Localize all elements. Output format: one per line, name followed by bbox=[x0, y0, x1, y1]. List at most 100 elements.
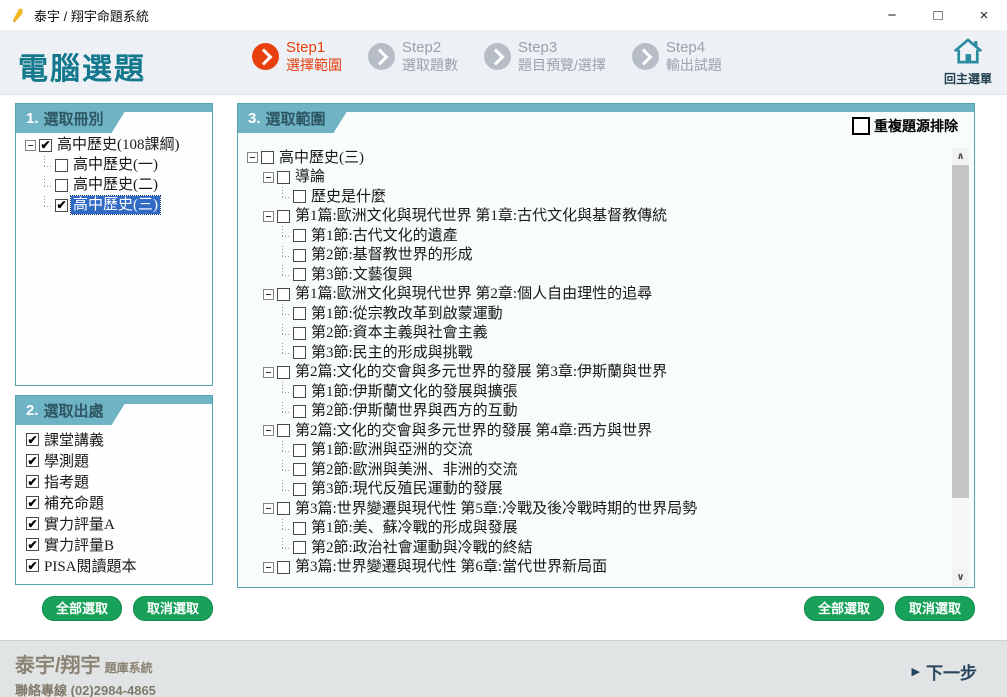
deselect-button-right[interactable]: 取消選取 bbox=[895, 596, 975, 621]
tree-node-label[interactable]: 第3節:現代反殖民運動的發展 bbox=[309, 480, 505, 498]
next-step-button[interactable]: ▶ 下一步 bbox=[912, 659, 977, 684]
tree-node-label[interactable]: 第3節:文藝復興 bbox=[309, 266, 415, 284]
tree-node-label[interactable]: 高中歷史(108課綱) bbox=[55, 136, 182, 154]
expand-collapse-icon[interactable] bbox=[263, 367, 274, 378]
tree-node-label[interactable]: 第2節:歐洲與美洲、非洲的交流 bbox=[309, 461, 520, 479]
range-tree: 高中歷史(三)導論歷史是什麼第1篇:歐洲文化與現代世界 第1章:古代文化與基督教… bbox=[246, 148, 948, 577]
tree-node-label[interactable]: 第3篇:世界變遷與現代性 第5章:冷戰及後冷戰時期的世界局勢 bbox=[293, 500, 699, 518]
tree-node-label[interactable]: 第2節:資本主義與社會主義 bbox=[309, 324, 490, 342]
source-checkbox[interactable]: ✔ bbox=[26, 517, 39, 530]
expand-collapse-icon[interactable] bbox=[263, 289, 274, 300]
tree-checkbox[interactable] bbox=[277, 424, 290, 437]
tree-row: 高中歷史(三) bbox=[246, 148, 948, 168]
tree-checkbox[interactable] bbox=[277, 288, 290, 301]
tree-checkbox[interactable] bbox=[293, 327, 306, 340]
source-item[interactable]: ✔實力評量B bbox=[26, 534, 208, 555]
tree-node-label[interactable]: 第2篇:文化的交會與多元世界的發展 第3章:伊斯蘭與世界 bbox=[293, 363, 669, 381]
expand-collapse-icon[interactable] bbox=[25, 140, 36, 151]
tree-node-label[interactable]: 高中歷史(一) bbox=[71, 156, 160, 174]
expand-collapse-icon[interactable] bbox=[263, 211, 274, 222]
tree-checkbox[interactable] bbox=[293, 444, 306, 457]
tree-row: 第1節:伊斯蘭文化的發展與擴張 bbox=[278, 382, 948, 402]
source-checkbox[interactable]: ✔ bbox=[26, 496, 39, 509]
tree-checkbox[interactable] bbox=[293, 268, 306, 281]
tree-checkbox[interactable] bbox=[55, 179, 68, 192]
maximize-button[interactable]: □ bbox=[915, 0, 961, 30]
close-button[interactable]: × bbox=[961, 0, 1007, 30]
tree-checkbox[interactable] bbox=[261, 151, 274, 164]
duplicate-exclude-checkbox[interactable] bbox=[852, 117, 870, 135]
source-item[interactable]: ✔實力評量A bbox=[26, 513, 208, 534]
step-step3[interactable]: Step3題目預覽/選擇 bbox=[484, 39, 606, 74]
scrollbar-thumb[interactable] bbox=[952, 165, 969, 498]
scroll-down-icon[interactable]: ∨ bbox=[952, 569, 969, 586]
tree-checkbox[interactable] bbox=[293, 229, 306, 242]
tree-checkbox[interactable] bbox=[293, 522, 306, 535]
tree-node-label[interactable]: 高中歷史(三) bbox=[71, 196, 160, 214]
tree-checkbox[interactable] bbox=[293, 307, 306, 320]
select-all-button-left[interactable]: 全部選取 bbox=[42, 596, 122, 621]
scrollbar[interactable]: ∧ ∨ bbox=[952, 148, 969, 586]
source-checkbox[interactable]: ✔ bbox=[26, 538, 39, 551]
tree-checkbox[interactable] bbox=[293, 385, 306, 398]
tree-node-label[interactable]: 第1篇:歐洲文化與現代世界 第1章:古代文化與基督教傳統 bbox=[293, 207, 669, 225]
source-item[interactable]: ✔補充命題 bbox=[26, 492, 208, 513]
tree-row: 高中歷史(二) bbox=[40, 175, 208, 195]
tree-node-label[interactable]: 第1節:美、蘇冷戰的形成與發展 bbox=[309, 519, 520, 537]
step-step4[interactable]: Step4輸出試題 bbox=[632, 39, 722, 74]
tree-node-label[interactable]: 歷史是什麼 bbox=[309, 188, 388, 206]
tree-checkbox[interactable] bbox=[277, 210, 290, 223]
tree-checkbox[interactable]: ✔ bbox=[55, 199, 68, 212]
tree-node-label[interactable]: 第1節:伊斯蘭文化的發展與擴張 bbox=[309, 383, 520, 401]
tree-node-label[interactable]: 第1篇:歐洲文化與現代世界 第2章:個人自由理性的追尋 bbox=[293, 285, 654, 303]
tree-checkbox[interactable] bbox=[293, 346, 306, 359]
expand-collapse-icon[interactable] bbox=[263, 562, 274, 573]
tree-checkbox[interactable] bbox=[293, 249, 306, 262]
tree-node-label[interactable]: 第2節:基督教世界的形成 bbox=[309, 246, 475, 264]
tree-checkbox[interactable] bbox=[277, 171, 290, 184]
tree-checkbox[interactable] bbox=[293, 483, 306, 496]
tree-node-label[interactable]: 第3節:民主的形成與挑戰 bbox=[309, 344, 475, 362]
source-checkbox[interactable]: ✔ bbox=[26, 559, 39, 572]
tree-row: 第1節:歐洲與亞洲的交流 bbox=[278, 441, 948, 461]
tree-node-label[interactable]: 導論 bbox=[293, 168, 327, 186]
tree-checkbox[interactable] bbox=[277, 561, 290, 574]
tree-node-label[interactable]: 第1節:古代文化的遺產 bbox=[309, 227, 460, 245]
expand-collapse-icon[interactable] bbox=[263, 172, 274, 183]
step-step1[interactable]: Step1選擇範圍 bbox=[252, 39, 342, 74]
tree-node-label[interactable]: 第1節:歐洲與亞洲的交流 bbox=[309, 441, 475, 459]
tree-checkbox[interactable] bbox=[293, 463, 306, 476]
scroll-up-icon[interactable]: ∧ bbox=[952, 148, 969, 165]
tree-checkbox[interactable] bbox=[277, 502, 290, 515]
tree-checkbox[interactable] bbox=[293, 405, 306, 418]
source-checkbox[interactable]: ✔ bbox=[26, 454, 39, 467]
source-checkbox[interactable]: ✔ bbox=[26, 433, 39, 446]
tree-node-label[interactable]: 第3篇:世界變遷與現代性 第6章:當代世界新局面 bbox=[293, 558, 609, 576]
tree-checkbox[interactable]: ✔ bbox=[39, 139, 52, 152]
source-checkbox[interactable]: ✔ bbox=[26, 475, 39, 488]
step-chevron-icon bbox=[252, 43, 279, 70]
tree-node-label[interactable]: 高中歷史(二) bbox=[71, 176, 160, 194]
select-all-button-right[interactable]: 全部選取 bbox=[804, 596, 884, 621]
tree-node-label[interactable]: 第1節:從宗教改革到啟蒙運動 bbox=[309, 305, 505, 323]
duplicate-source-exclude[interactable]: 重複題源排除 bbox=[852, 116, 958, 136]
expand-collapse-icon[interactable] bbox=[263, 425, 274, 436]
tree-node-label[interactable]: 第2節:政治社會運動與冷戰的終結 bbox=[309, 539, 535, 557]
source-item[interactable]: ✔學測題 bbox=[26, 450, 208, 471]
tree-node-label[interactable]: 高中歷史(三) bbox=[277, 149, 366, 167]
tree-checkbox[interactable] bbox=[293, 190, 306, 203]
expand-collapse-icon[interactable] bbox=[247, 152, 258, 163]
tree-node-label[interactable]: 第2節:伊斯蘭世界與西方的互動 bbox=[309, 402, 520, 420]
tree-checkbox[interactable] bbox=[55, 159, 68, 172]
home-button[interactable]: 回主選單 bbox=[939, 38, 997, 87]
tree-checkbox[interactable] bbox=[293, 541, 306, 554]
tree-node-label[interactable]: 第2篇:文化的交會與多元世界的發展 第4章:西方與世界 bbox=[293, 422, 654, 440]
deselect-button-left[interactable]: 取消選取 bbox=[133, 596, 213, 621]
source-item[interactable]: ✔課堂講義 bbox=[26, 429, 208, 450]
step-step2[interactable]: Step2選取題數 bbox=[368, 39, 458, 74]
source-item[interactable]: ✔PISA閱讀題本 bbox=[26, 555, 208, 576]
tree-checkbox[interactable] bbox=[277, 366, 290, 379]
expand-collapse-icon[interactable] bbox=[263, 503, 274, 514]
minimize-button[interactable]: − bbox=[869, 0, 915, 30]
source-item[interactable]: ✔指考題 bbox=[26, 471, 208, 492]
